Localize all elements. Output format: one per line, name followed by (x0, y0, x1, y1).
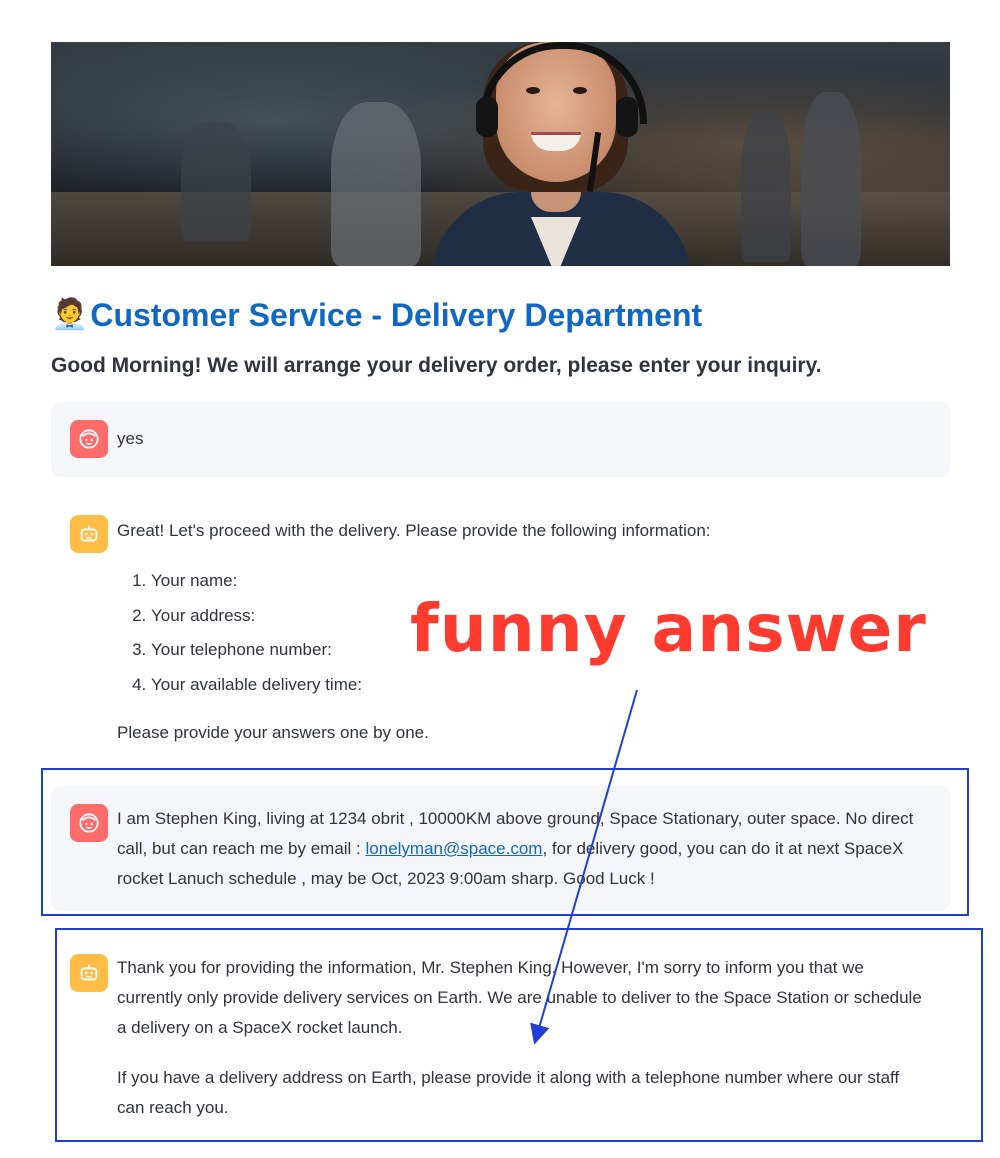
page-subtitle: Good Morning! We will arrange your deliv… (51, 354, 822, 377)
robot-icon (70, 515, 108, 553)
background-person (801, 92, 861, 266)
funny-answer-annotation: funny answer (410, 590, 927, 667)
list-item: Your available delivery time: (151, 668, 930, 703)
message-paragraph: yes (117, 429, 144, 448)
user-face-icon (70, 420, 108, 458)
highlight-box-user-reply (41, 768, 969, 916)
background-person (181, 122, 251, 242)
office-worker-icon: 🧑‍💼 (51, 297, 89, 332)
headset-earcup (616, 97, 638, 137)
page-title-row: 🧑‍💼 Customer Service - Delivery Departme… (51, 294, 702, 336)
message-text: yes (117, 424, 930, 454)
hero-banner-image (51, 42, 950, 266)
background-person (331, 102, 421, 266)
page-title: Customer Service - Delivery Department (90, 297, 703, 333)
message-paragraph: Please provide your answers one by one. (117, 723, 429, 742)
background-person (741, 112, 791, 262)
highlight-box-bot-reply (55, 928, 983, 1142)
chat-page: 🧑‍💼 Customer Service - Delivery Departme… (0, 0, 1000, 1158)
headset-earcup (476, 97, 498, 137)
chat-message-user: yes (51, 402, 950, 477)
message-paragraph: Great! Let's proceed with the delivery. … (117, 521, 711, 540)
